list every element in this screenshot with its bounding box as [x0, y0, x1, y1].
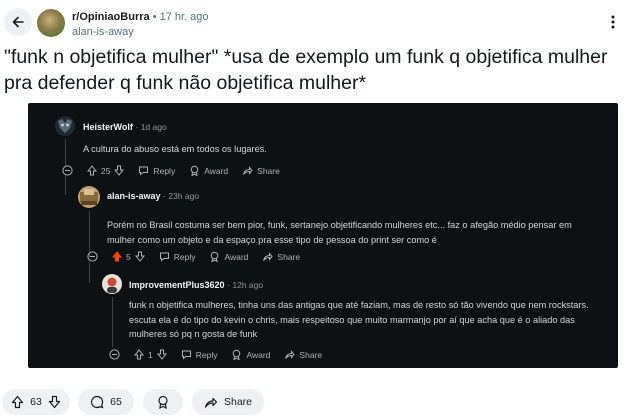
- share-icon: [243, 166, 253, 175]
- award-button[interactable]: Award: [209, 251, 248, 262]
- post-time: 17 hr. ago: [159, 11, 209, 23]
- avatar: [55, 116, 75, 136]
- comment-actions: 5 Reply Award Share: [87, 251, 300, 262]
- post-title: "funk n objetifica mulher" *usa de exemp…: [4, 46, 608, 94]
- more-vertical-icon: [611, 15, 615, 29]
- reply-label: Reply: [173, 251, 196, 262]
- share-label: Share: [277, 251, 301, 262]
- share-label: Share: [257, 165, 280, 176]
- collapse-icon[interactable]: [109, 349, 120, 360]
- comment-header: alan-is-away · 23h ago: [107, 191, 199, 202]
- back-button[interactable]: [4, 8, 32, 36]
- post-actions: 63 65 Share: [0, 387, 640, 419]
- reply-button[interactable]: Reply: [181, 349, 218, 360]
- avatar: [78, 186, 100, 208]
- vote-group: 25: [87, 165, 125, 176]
- share-button[interactable]: Share: [284, 349, 322, 360]
- arrow-left-icon: [11, 15, 25, 29]
- reply-label: Reply: [195, 349, 218, 360]
- upvote-icon[interactable]: [134, 349, 144, 360]
- reply-label: Reply: [153, 165, 176, 176]
- award-button[interactable]: [143, 389, 183, 415]
- comment-header: HeisterWolf · 1d ago: [83, 122, 167, 133]
- share-icon: [285, 350, 296, 359]
- avatar: [102, 274, 122, 294]
- comment-actions: 1 Reply Award Share: [109, 349, 322, 360]
- subreddit-avatar[interactable]: [37, 9, 65, 37]
- award-icon: [190, 165, 199, 176]
- thread-line: [112, 297, 113, 347]
- comment-text: A cultura do abuso está em todos os luga…: [83, 144, 267, 154]
- comment-icon: [181, 350, 191, 360]
- thread-line: [89, 263, 90, 283]
- comment-icon: [159, 252, 169, 262]
- vote-count: 5: [126, 251, 131, 262]
- post-image[interactable]: HeisterWolf · 1d ago A cultura do abuso …: [28, 103, 618, 368]
- comment-username[interactable]: alan-is-away: [107, 191, 161, 201]
- award-icon: [233, 349, 241, 360]
- collapse-icon[interactable]: [87, 251, 98, 262]
- comment-time: 23h ago: [168, 191, 200, 201]
- downvote-icon[interactable]: [114, 165, 125, 176]
- upvote-icon[interactable]: [11, 395, 24, 409]
- comment-count: 65: [110, 396, 122, 408]
- thread-line: [65, 139, 66, 167]
- share-button[interactable]: Share: [242, 165, 280, 176]
- upvote-icon[interactable]: [87, 165, 97, 176]
- vote-pill: 63: [2, 389, 70, 415]
- collapse-icon[interactable]: [62, 165, 73, 176]
- downvote-icon[interactable]: [134, 251, 145, 262]
- post-header: r/OpiniaoBurra • 17 hr. ago alan-is-away: [0, 0, 640, 46]
- post-vote-count: 63: [30, 396, 42, 408]
- share-icon: [204, 395, 218, 409]
- comment-icon: [139, 166, 149, 176]
- comment-username[interactable]: ImprovementPlus3620: [129, 280, 225, 290]
- reply-button[interactable]: Reply: [138, 165, 175, 176]
- share-label: Share: [223, 396, 253, 408]
- comment-text: funk n objetifica mulheres, tinha uns da…: [129, 300, 589, 339]
- comment-username[interactable]: HeisterWolf: [83, 122, 133, 132]
- more-options-button[interactable]: [602, 10, 624, 34]
- comment-text: Porém no Brasil costuma ser bem pior, fu…: [107, 220, 572, 245]
- comment-time: 1d ago: [140, 122, 167, 132]
- award-icon: [156, 395, 170, 409]
- award-button[interactable]: Award: [189, 165, 228, 176]
- award-button[interactable]: Award: [231, 349, 270, 360]
- award-label: Award: [204, 165, 229, 176]
- thread-line: [65, 175, 66, 195]
- reply-button[interactable]: Reply: [159, 251, 196, 262]
- subreddit-link[interactable]: r/OpiniaoBurra: [72, 11, 150, 23]
- share-button[interactable]: Share: [262, 251, 300, 262]
- award-icon: [211, 251, 219, 262]
- award-label: Award: [224, 251, 249, 262]
- vote-group: 5: [112, 251, 145, 262]
- comments-button[interactable]: 65: [78, 389, 134, 415]
- comment-icon: [90, 395, 104, 409]
- subreddit-line: r/OpiniaoBurra • 17 hr. ago: [72, 11, 209, 23]
- award-label: Award: [246, 349, 271, 360]
- vote-count: 1: [148, 349, 153, 360]
- separator-dot: •: [152, 11, 157, 23]
- vote-count: 25: [101, 165, 111, 176]
- upvote-icon[interactable]: [112, 251, 122, 262]
- comment-actions: 25 Reply Award Share: [62, 165, 280, 176]
- share-icon: [263, 252, 274, 261]
- post-author[interactable]: alan-is-away: [72, 26, 134, 38]
- share-button[interactable]: Share: [192, 389, 264, 415]
- share-label: Share: [299, 349, 323, 360]
- downvote-icon[interactable]: [48, 395, 61, 409]
- downvote-icon[interactable]: [156, 349, 167, 360]
- vote-group: 1: [134, 349, 167, 360]
- comment-header: ImprovementPlus3620 · 12h ago: [129, 280, 263, 291]
- comment-time: 12h ago: [232, 280, 264, 290]
